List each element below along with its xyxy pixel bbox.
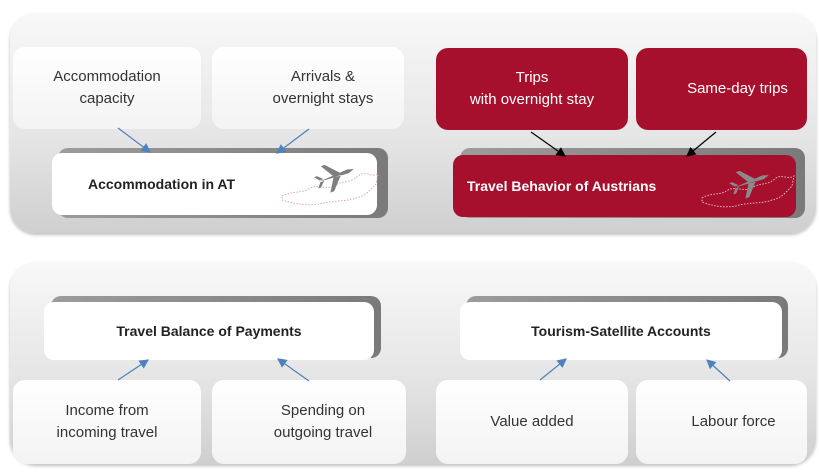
airplane-icon	[729, 170, 769, 199]
arrow-arrivals-to-hub	[276, 128, 310, 154]
arrow-income-to-balance	[117, 359, 149, 381]
arrow-labour-to-tsa	[706, 359, 731, 382]
arrow-value-to-tsa	[539, 358, 567, 381]
arrow-sameday-to-hub	[686, 131, 717, 157]
airplane-icon	[314, 164, 354, 193]
arrow-trips-to-hub	[530, 131, 566, 157]
arrow-spending-to-balance	[277, 358, 310, 382]
connector-layer	[117, 127, 795, 382]
arrow-capacity-to-hub	[117, 127, 151, 153]
